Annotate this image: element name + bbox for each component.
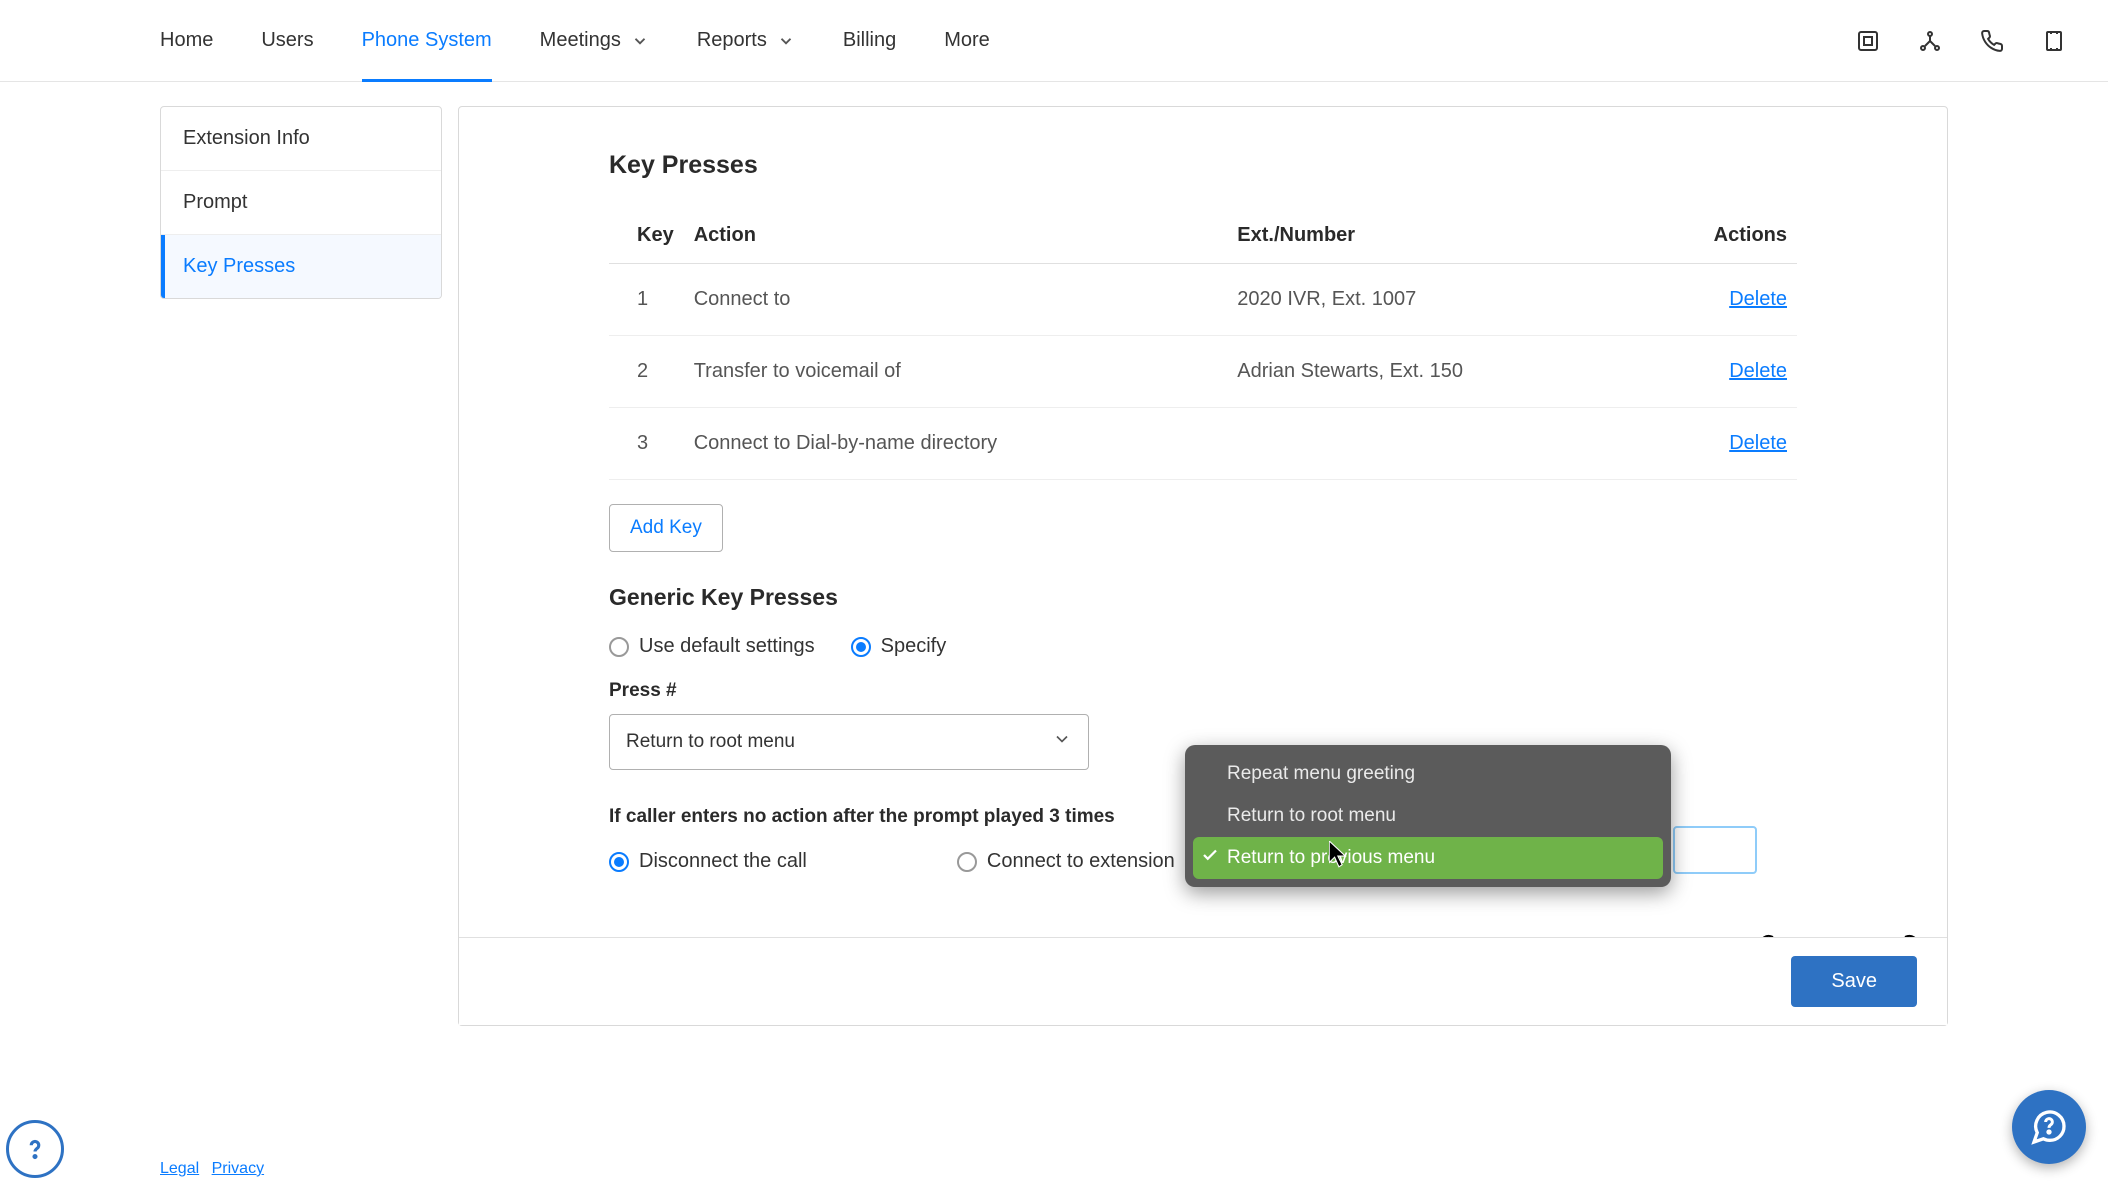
radio-icon [609,637,629,657]
radio-specify[interactable]: Specify [851,635,947,658]
sidebar-item-label: Key Presses [183,255,295,277]
sidebar-item-extension-info[interactable]: Extension Info [161,107,441,171]
nav-label: Users [261,29,313,52]
col-action: Action [684,208,1228,264]
footer-links: Legal Privacy [160,1160,272,1178]
top-nav: Home Users Phone System Meetings Reports… [0,0,2108,82]
cell-action: Connect to Dial-by-name directory [684,408,1228,480]
cell-ext [1227,408,1640,480]
radio-label: Use default settings [639,635,815,658]
section-title-generic: Generic Key Presses [609,584,1797,611]
dropdown-option-label: Return to previous menu [1227,847,1435,868]
dropdown-option-label: Repeat menu greeting [1227,763,1415,784]
sidebar-item-prompt[interactable]: Prompt [161,171,441,235]
key-presses-table: Key Action Ext./Number Actions 1 Connect… [609,208,1797,480]
legal-link[interactable]: Legal [160,1160,199,1177]
radio-use-default[interactable]: Use default settings [609,635,815,658]
ticket-icon[interactable] [2040,27,2068,55]
nav-more[interactable]: More [944,0,990,81]
press-hash-select[interactable]: Return to root menu [609,714,1089,770]
chevron-down-icon [777,32,795,50]
top-nav-icons [1854,27,2068,55]
sidebar-item-key-presses[interactable]: Key Presses [161,235,441,298]
cell-action: Transfer to voicemail of [684,336,1228,408]
nav-users[interactable]: Users [261,0,313,81]
sidebar: Extension Info Prompt Key Presses [160,106,442,1026]
delete-link[interactable]: Delete [1729,360,1787,382]
help-icon-left[interactable] [6,1120,64,1178]
radio-icon [851,637,871,657]
radio-disconnect[interactable]: Disconnect the call [609,850,807,873]
nav-label: Phone System [362,29,492,52]
nav-label: Home [160,29,213,52]
privacy-link[interactable]: Privacy [212,1160,264,1177]
section-title-key-presses: Key Presses [609,151,1797,180]
col-key: Key [609,208,684,264]
nav-label: Billing [843,29,896,52]
apps-icon[interactable] [1854,27,1882,55]
select-value: Return to root menu [626,731,795,753]
table-row: 2 Transfer to voicemail of Adrian Stewar… [609,336,1797,408]
press-star-dropdown: Repeat menu greeting Return to root menu… [1185,745,1671,887]
table-row: 3 Connect to Dial-by-name directory Dele… [609,408,1797,480]
col-ext: Ext./Number [1227,208,1640,264]
radio-icon [957,852,977,872]
nav-home[interactable]: Home [160,0,213,81]
radio-icon [609,852,629,872]
network-icon[interactable] [1916,27,1944,55]
main-panel: Key Presses Key Action Ext./Number Actio… [458,106,1948,1026]
radio-label: Specify [881,635,947,658]
press-hash-label: Press # [609,680,1797,702]
sidebar-item-label: Prompt [183,191,247,213]
check-icon [1201,846,1219,870]
top-nav-items: Home Users Phone System Meetings Reports… [160,0,990,81]
sidebar-card: Extension Info Prompt Key Presses [160,106,442,299]
generic-radio-row: Use default settings Specify [609,635,1797,658]
delete-link[interactable]: Delete [1729,288,1787,310]
cell-key: 2 [609,336,684,408]
nav-reports[interactable]: Reports [697,0,795,81]
nav-label: More [944,29,990,52]
add-key-button[interactable]: Add Key [609,504,723,552]
nav-label: Meetings [540,29,621,52]
col-actions: Actions [1640,208,1797,264]
cell-key: 3 [609,408,684,480]
phone-icon[interactable] [1978,27,2006,55]
dropdown-option-label: Return to root menu [1227,805,1396,826]
radio-label: Connect to extension [987,850,1175,873]
radio-label: Disconnect the call [639,850,807,873]
cell-key: 1 [609,264,684,336]
dropdown-option-previous[interactable]: Return to previous menu [1193,837,1663,879]
nav-billing[interactable]: Billing [843,0,896,81]
dropdown-option-root[interactable]: Return to root menu [1193,795,1663,837]
radio-connect-ext[interactable]: Connect to extension [957,850,1175,873]
sidebar-item-label: Extension Info [183,127,310,149]
select-outline-behind [1673,826,1757,874]
nav-label: Reports [697,29,767,52]
footer-bar: Save [459,937,1947,1025]
nav-phone-system[interactable]: Phone System [362,0,492,81]
save-button[interactable]: Save [1791,956,1917,1007]
chevron-down-icon [1052,729,1072,755]
cell-ext: Adrian Stewarts, Ext. 150 [1227,336,1640,408]
table-row: 1 Connect to 2020 IVR, Ext. 1007 Delete [609,264,1797,336]
chevron-down-icon [631,32,649,50]
dropdown-option-repeat[interactable]: Repeat menu greeting [1193,753,1663,795]
cell-ext: 2020 IVR, Ext. 1007 [1227,264,1640,336]
delete-link[interactable]: Delete [1729,432,1787,454]
nav-meetings[interactable]: Meetings [540,0,649,81]
content: Extension Info Prompt Key Presses Key Pr… [0,82,2108,1026]
cell-action: Connect to [684,264,1228,336]
chat-help-icon[interactable] [2012,1090,2086,1164]
